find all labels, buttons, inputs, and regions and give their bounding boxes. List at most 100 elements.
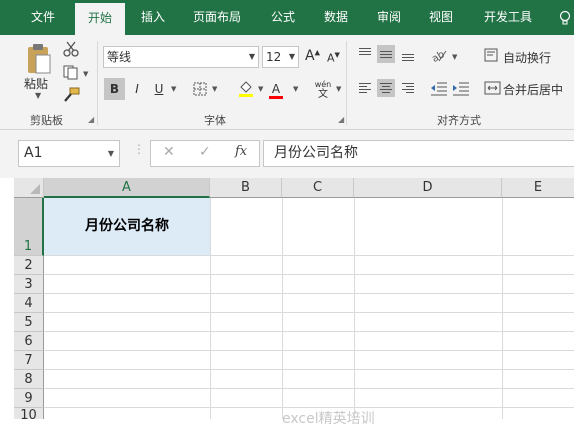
row-header-7-label: 7 [24,353,33,368]
confirm-icon[interactable]: ✓ [199,144,211,160]
row-header-2[interactable]: 2 [14,256,44,275]
copy-icon[interactable] [62,64,80,80]
paste-icon[interactable] [26,43,52,75]
decrease-font-size-button[interactable]: A▼ [327,51,340,65]
name-box[interactable]: A1 ▼ [18,140,120,167]
tab-insert[interactable]: 插入 [133,0,173,35]
tab-view[interactable]: 视图 [420,0,462,35]
name-box-value: A1 [24,145,43,161]
gridline [44,293,574,294]
font-launcher-icon[interactable]: ◢ [338,115,344,124]
ribbon-home: 粘贴 ▼ ▼ 剪贴板 ◢ 等线 ▼ 12 ▼ A▲ A▼ B I U ▼ ▼ ▼ A… [0,35,574,130]
align-left-icon[interactable] [356,79,374,97]
formula-input[interactable]: 月份公司名称 [263,140,574,167]
font-size-select[interactable]: 12 ▼ [262,46,299,68]
row-header-7[interactable]: 7 [14,351,44,370]
tab-review[interactable]: 审阅 [368,0,410,35]
row-header-6-label: 6 [24,334,33,349]
gridline [44,274,574,275]
svg-text:ab: ab [430,49,446,63]
row-header-3-label: 3 [24,277,33,292]
row-header-10-label: 10 [20,408,37,419]
row-header-9[interactable]: 9 [14,389,44,408]
format-painter-icon[interactable] [62,87,80,103]
tab-page-layout[interactable]: 页面布局 [183,0,251,35]
row-header-2-label: 2 [24,258,33,273]
underline-dropdown-icon[interactable]: ▼ [171,85,176,93]
row-header-5[interactable]: 5 [14,313,44,332]
gridline [210,198,211,419]
row-header-10[interactable]: 10 [14,408,44,419]
cell-a1[interactable]: 月份公司名称 [44,198,210,255]
font-color-button[interactable]: A [268,78,284,100]
column-header-a[interactable]: A [44,178,210,198]
gridline [44,331,574,332]
row-header-6[interactable]: 6 [14,332,44,351]
tab-home[interactable]: 开始 [75,3,125,35]
underline-button[interactable]: U [150,78,168,100]
row-header-9-label: 9 [24,391,33,406]
paste-label[interactable]: 粘贴 [24,75,48,92]
tab-data[interactable]: 数据 [315,0,357,35]
align-bottom-icon[interactable] [399,45,417,63]
row-header-8[interactable]: 8 [14,370,44,389]
wrap-text-icon[interactable] [484,47,502,63]
row-header-3[interactable]: 3 [14,275,44,294]
increase-indent-icon[interactable] [452,80,470,96]
row-header-1[interactable]: 1 [14,198,44,256]
align-right-icon[interactable] [399,79,417,97]
cut-icon[interactable] [62,41,80,57]
paste-dropdown-icon[interactable]: ▼ [35,91,41,100]
gridline [44,388,574,389]
fill-color-icon[interactable] [237,79,255,97]
select-all-button[interactable] [14,178,44,198]
decrease-font-label: A [327,51,335,65]
gridline [44,255,574,256]
font-name-select[interactable]: 等线 ▼ [103,46,259,68]
column-header-e[interactable]: E [502,178,574,198]
align-top-icon[interactable] [356,45,374,63]
increase-font-size-button[interactable]: A▲ [305,48,320,64]
font-size-value: 12 [266,50,282,64]
lightbulb-icon[interactable] [556,0,574,35]
wrap-text-button[interactable]: 自动换行 [503,49,551,66]
row-header-8-label: 8 [24,372,33,387]
font-color-swatch [269,96,283,99]
phonetic-button[interactable]: wén 文 [312,80,334,102]
copy-dropdown-icon[interactable]: ▼ [83,70,88,78]
gridline [44,312,574,313]
orientation-dropdown-icon[interactable]: ▼ [452,53,457,61]
gridline [354,198,355,419]
clipboard-launcher-icon[interactable]: ◢ [88,115,94,124]
column-header-d[interactable]: D [354,178,502,198]
borders-dropdown-icon[interactable]: ▼ [212,85,217,93]
merge-center-icon[interactable] [484,80,502,96]
more-icon: ⋮ [133,142,145,156]
column-header-c[interactable]: C [282,178,354,198]
font-color-label: A [271,82,281,96]
row-header-4[interactable]: 4 [14,294,44,313]
insert-function-icon[interactable]: fx [235,144,247,159]
merge-center-button[interactable]: 合并后居中 [503,81,563,98]
phonetic-dropdown-icon[interactable]: ▼ [336,85,341,93]
align-center-icon[interactable] [377,79,395,97]
fill-color-dropdown-icon[interactable]: ▼ [258,85,263,93]
tab-file[interactable]: 文件 [22,0,64,35]
borders-icon[interactable] [192,81,210,97]
cancel-icon[interactable]: ✕ [163,144,175,160]
tab-developer[interactable]: 开发工具 [474,0,542,35]
decrease-indent-icon[interactable] [430,80,448,96]
bold-button[interactable]: B [104,78,125,100]
divider [346,41,347,125]
gridline [44,350,574,351]
align-middle-icon[interactable] [377,45,395,63]
tab-formulas[interactable]: 公式 [262,0,304,35]
italic-button[interactable]: I [128,78,146,100]
font-name-value: 等线 [107,50,132,64]
increase-font-label: A [305,48,315,64]
font-color-dropdown-icon[interactable]: ▼ [293,85,298,93]
row-header-5-label: 5 [24,315,33,330]
left-margin [0,178,14,419]
orientation-icon[interactable]: ab [430,47,448,65]
column-header-b[interactable]: B [210,178,282,198]
